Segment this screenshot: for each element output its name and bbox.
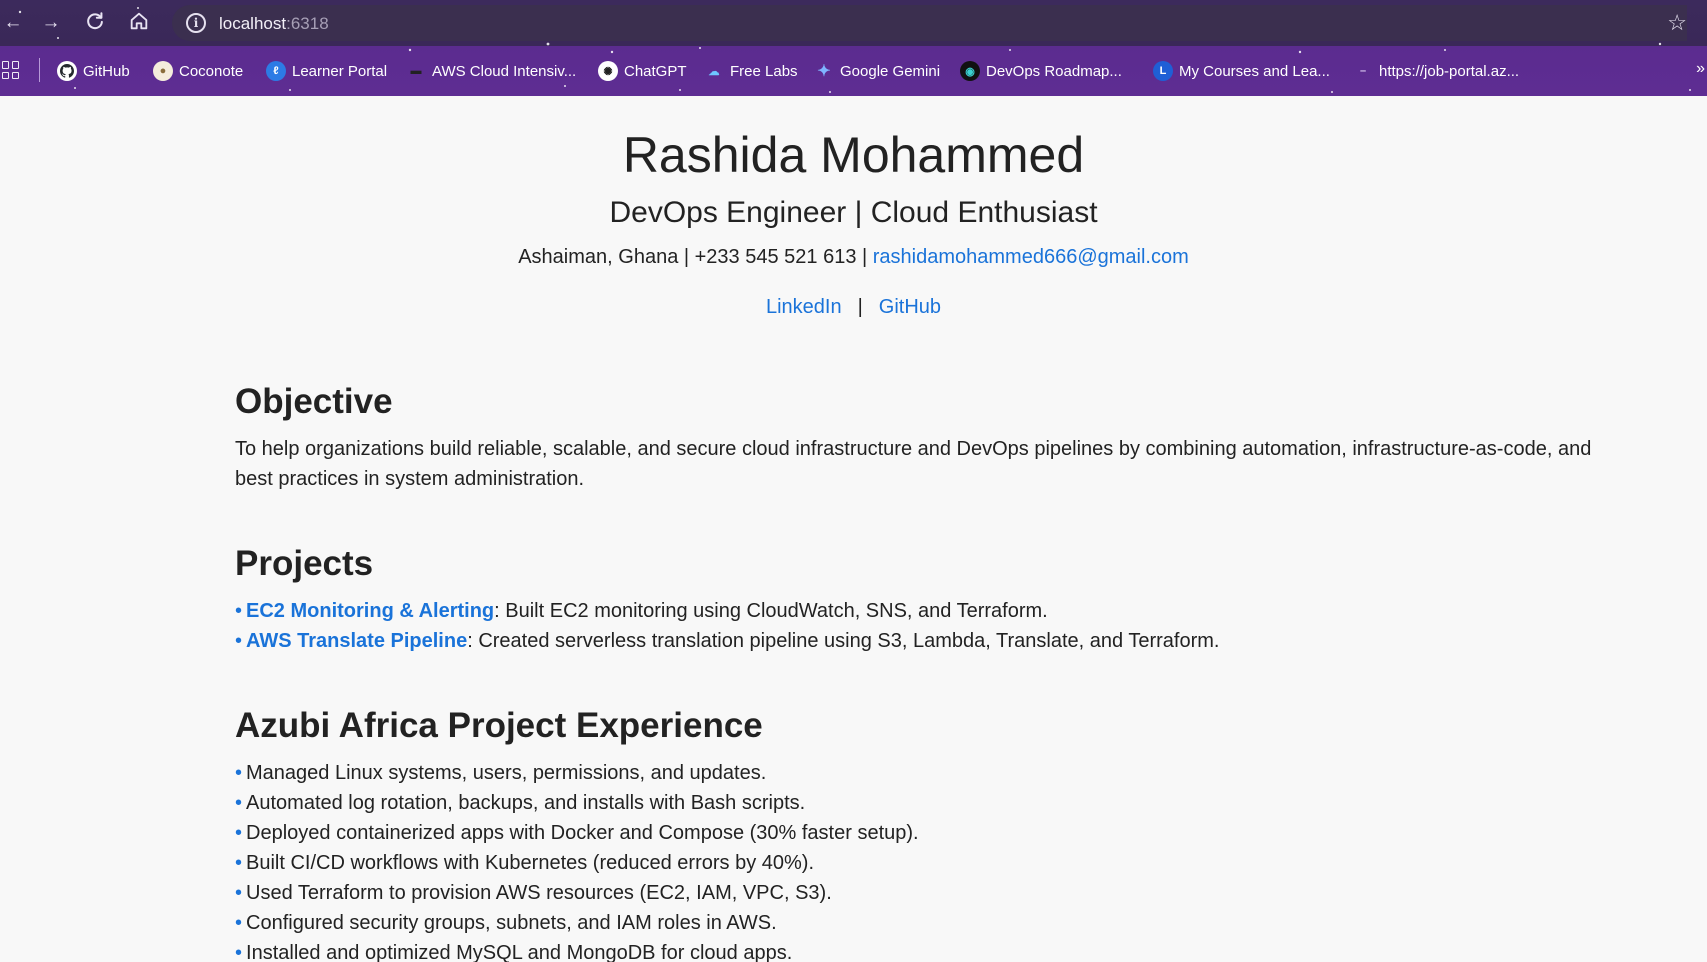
bookmark-label: Free Labs: [730, 62, 798, 80]
bookmark-label: My Courses and Lea...: [1179, 62, 1330, 80]
bookmark-free-labs[interactable]: ☁ Free Labs: [704, 59, 798, 83]
experience-text: Built CI/CD workflows with Kubernetes (r…: [246, 852, 815, 874]
projects-section: Projects • EC2 Monitoring & Alerting: Bui…: [235, 544, 1605, 656]
experience-item: • Used Terraform to provision AWS resourc…: [235, 878, 1605, 908]
bullet-icon: •: [235, 882, 243, 904]
bookmark-devops-roadmap[interactable]: ◉ DevOps Roadmap...: [960, 59, 1122, 83]
bookmark-label: GitHub: [83, 62, 130, 80]
courses-icon: L: [1153, 61, 1173, 81]
bullet-icon: •: [235, 852, 243, 874]
experience-item: • Configured security groups, subnets, an…: [235, 908, 1605, 938]
github-link[interactable]: GitHub: [879, 296, 941, 318]
resume-page: Rashida Mohammed DevOps Engineer | Cloud…: [0, 96, 1707, 962]
job-portal-icon: –: [1359, 65, 1367, 77]
job-title: DevOps Engineer | Cloud Enthusiast: [609, 196, 1098, 229]
github-icon: [57, 61, 77, 81]
bullet-icon: •: [235, 600, 243, 622]
browser-chrome: ← → i localhost:6318 ☆ GitHub ● Coconote …: [0, 0, 1707, 96]
bookmark-learner-portal[interactable]: ℓ Learner Portal: [266, 59, 387, 83]
experience-section: Azubi Africa Project Experience • Managed…: [235, 706, 1605, 962]
coconote-icon: ●: [153, 61, 173, 81]
bookmark-label: Learner Portal: [292, 62, 388, 80]
bullet-icon: •: [235, 762, 243, 784]
bookmarks-bar: GitHub ● Coconote ℓ Learner Portal ▬ AWS Cl…: [0, 46, 1707, 96]
navigation-bar: ← → i localhost:6318 ☆: [0, 0, 1707, 46]
site-info-icon[interactable]: i: [186, 13, 206, 33]
bookmark-coconote[interactable]: ● Coconote: [153, 59, 243, 83]
back-arrow-icon[interactable]: ←: [0, 10, 26, 36]
objective-section: Objective To help organizations build re…: [235, 382, 1605, 494]
experience-heading: Azubi Africa Project Experience: [235, 706, 763, 745]
contact-line: Ashaiman, Ghana | +233 545 521 613 | ras…: [0, 246, 1707, 269]
link-separator: |: [857, 296, 863, 318]
experience-text: Installed and optimized MySQL and MongoD…: [246, 942, 793, 962]
email-link[interactable]: rashidamohammed666@gmail.com: [873, 246, 1189, 268]
experience-item: • Managed Linux systems, users, permissio…: [235, 758, 1605, 788]
objective-heading: Objective: [235, 382, 393, 421]
bookmark-chatgpt[interactable]: ✺ ChatGPT: [598, 59, 687, 83]
bullet-icon: •: [235, 942, 243, 962]
person-name: Rashida Mohammed: [622, 127, 1085, 183]
bookmark-github[interactable]: GitHub: [57, 59, 130, 83]
bookmarks-divider: [39, 58, 40, 82]
bookmark-my-courses[interactable]: L My Courses and Lea...: [1153, 59, 1330, 83]
experience-item: • Deployed containerized apps with Docker…: [235, 818, 1605, 848]
bookmark-label: https://job-portal.az...: [1379, 62, 1520, 80]
bullet-icon: •: [235, 792, 243, 814]
project-link[interactable]: EC2 Monitoring & Alerting: [246, 600, 494, 622]
project-description: : Built EC2 monitoring using CloudWatch,…: [494, 600, 1048, 622]
bookmark-job-portal[interactable]: – https://job-portal.az...: [1353, 59, 1519, 83]
projects-list: • EC2 Monitoring & Alerting: Built EC2 mo…: [235, 596, 1605, 656]
experience-item: • Automated log rotation, backups, and in…: [235, 788, 1605, 818]
location-phone: Ashaiman, Ghana | +233 545 521 613 |: [518, 246, 868, 268]
experience-text: Managed Linux systems, users, permission…: [246, 762, 767, 784]
bookmark-star-icon[interactable]: ☆: [1667, 10, 1687, 36]
project-item: • EC2 Monitoring & Alerting: Built EC2 mo…: [235, 596, 1605, 626]
experience-item: • Built CI/CD workflows with Kubernetes (…: [235, 848, 1605, 878]
bookmark-google-gemini[interactable]: ✦ Google Gemini: [814, 59, 940, 83]
aws-icon: ▬: [410, 65, 422, 77]
bookmark-label: Google Gemini: [840, 62, 941, 80]
social-links: LinkedIn | GitHub: [0, 296, 1707, 319]
apps-grid-icon[interactable]: [2, 61, 20, 79]
experience-list: • Managed Linux systems, users, permissio…: [235, 758, 1605, 962]
experience-item: • Installed and optimized MySQL and Mongo…: [235, 938, 1605, 962]
project-description: : Created serverless translation pipelin…: [467, 630, 1220, 652]
experience-text: Configured security groups, subnets, and…: [246, 912, 777, 934]
linkedin-link[interactable]: LinkedIn: [766, 296, 842, 318]
bullet-icon: •: [235, 912, 243, 934]
more-bookmarks-chevron-icon[interactable]: »: [1696, 60, 1705, 78]
bookmark-label: ChatGPT: [624, 62, 687, 80]
home-icon[interactable]: [126, 10, 152, 36]
chatgpt-icon: ✺: [598, 61, 618, 81]
reload-icon[interactable]: [82, 10, 108, 36]
experience-text: Used Terraform to provision AWS resource…: [246, 882, 832, 904]
projects-heading: Projects: [235, 544, 374, 583]
bookmark-label: AWS Cloud Intensiv...: [432, 62, 577, 80]
bookmark-label: Coconote: [179, 62, 244, 80]
free-labs-icon: ☁: [708, 65, 720, 78]
learner-portal-icon: ℓ: [266, 61, 286, 81]
gemini-icon: ✦: [817, 63, 831, 80]
objective-text: To help organizations build reliable, sc…: [235, 438, 1592, 490]
bookmark-label: DevOps Roadmap...: [986, 62, 1122, 80]
address-bar[interactable]: i localhost:6318 ☆: [172, 5, 1687, 41]
experience-text: Deployed containerized apps with Docker …: [246, 822, 919, 844]
devops-roadmap-icon: ◉: [960, 61, 980, 81]
project-item: • AWS Translate Pipeline: Created serverl…: [235, 626, 1605, 656]
url-text: localhost:6318: [219, 14, 329, 33]
bullet-icon: •: [235, 630, 243, 652]
experience-text: Automated log rotation, backups, and ins…: [246, 792, 806, 814]
forward-arrow-icon[interactable]: →: [38, 10, 64, 36]
bullet-icon: •: [235, 822, 243, 844]
project-link[interactable]: AWS Translate Pipeline: [246, 630, 467, 652]
bookmark-aws-cloud[interactable]: ▬ AWS Cloud Intensiv...: [406, 59, 577, 83]
